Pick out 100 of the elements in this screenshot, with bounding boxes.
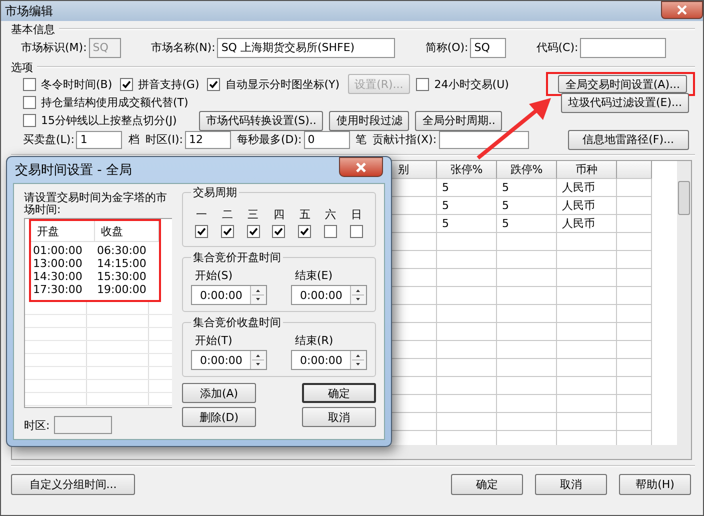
- checkbox[interactable]: [120, 78, 134, 90]
- checkbox[interactable]: [246, 225, 260, 238]
- field-label: 开始(T): [194, 333, 234, 348]
- table-cell: 5: [437, 197, 497, 215]
- checkbox-label: 15分钟线以上按整点切分(J): [41, 113, 177, 128]
- table-cell: [617, 179, 652, 197]
- session-list[interactable]: 开盘 收盘 01:00:00 06:30:00 13:00:00 14:15:00 14:30:00 15:30:00 17:30:00 19:00:00: [24, 218, 172, 408]
- table-cell: [557, 251, 617, 269]
- group-title: 基本信息: [11, 22, 55, 36]
- text-field[interactable]: 0: [304, 130, 350, 148]
- checkbox[interactable]: [298, 225, 312, 238]
- time-spinner[interactable]: 0:00:00: [291, 350, 367, 370]
- table-cell: 人民币: [557, 215, 617, 233]
- text-field[interactable]: SQ 上海期货交易所(SHFE): [217, 38, 396, 58]
- checkbox-label: 拼音支持(G): [138, 76, 200, 92]
- day-label: 二: [222, 207, 233, 222]
- table-cell: [557, 395, 617, 413]
- checkbox[interactable]: [23, 96, 36, 109]
- custom-group-time-button[interactable]: 自定义分组时间...: [11, 474, 135, 494]
- checkbox[interactable]: [350, 225, 363, 238]
- field-label: 贡献计指(X):: [372, 132, 437, 147]
- dialog-button[interactable]: 确定: [302, 383, 376, 403]
- close-icon: [676, 5, 688, 15]
- table-cell: [617, 287, 652, 305]
- option-button[interactable]: 信息地雷路径(F)...: [568, 130, 689, 150]
- table-cell: [497, 413, 557, 431]
- table-cell: 人民币: [557, 197, 617, 215]
- horizontal-scrollbar[interactable]: [12, 445, 677, 459]
- checkbox[interactable]: [195, 225, 208, 238]
- time-spinner[interactable]: 0:00:00: [291, 285, 367, 305]
- table-cell: [617, 323, 652, 341]
- table-cell: [557, 359, 617, 377]
- day-label: 日: [350, 207, 362, 222]
- close-button[interactable]: [339, 157, 383, 177]
- text-field[interactable]: [580, 38, 666, 58]
- checkbox[interactable]: [220, 225, 234, 238]
- table-cell: [497, 287, 557, 305]
- dialog-button[interactable]: 取消: [302, 407, 376, 427]
- table-cell: [557, 305, 617, 323]
- dialog-button[interactable]: 添加(A): [182, 383, 256, 403]
- column-header[interactable]: 张停%: [437, 161, 497, 179]
- close-button[interactable]: [661, 1, 703, 19]
- text-field[interactable]: [54, 416, 112, 434]
- checkbox[interactable]: [416, 78, 430, 90]
- text-field[interactable]: 12: [184, 130, 231, 148]
- option-button[interactable]: 垃圾代码过滤设置(E)...: [560, 92, 689, 112]
- checkbox[interactable]: [207, 78, 220, 90]
- field-label: 代码(C):: [536, 40, 578, 55]
- checkbox[interactable]: [324, 225, 338, 238]
- column-header[interactable]: 开盘: [31, 221, 95, 241]
- field-label: 时区:: [24, 418, 50, 432]
- group-title: 集合竞价开盘时间: [191, 250, 283, 265]
- table-cell: [617, 377, 652, 395]
- unit-label: 笔: [356, 132, 367, 147]
- table-cell: [497, 377, 557, 395]
- list-cell-text: 01:00:00: [32, 244, 84, 257]
- table-cell: [557, 377, 617, 395]
- vertical-scrollbar[interactable]: [677, 161, 691, 459]
- field-label: 时区(I):: [145, 132, 183, 147]
- column-header[interactable]: 跌停%: [497, 161, 557, 179]
- column-header[interactable]: 别: [398, 162, 409, 178]
- table-cell: [497, 251, 557, 269]
- dialog-button[interactable]: 删除(D): [182, 407, 256, 427]
- table-cell: [617, 305, 652, 323]
- table-cell: [617, 341, 652, 359]
- field-label: 开始(S): [194, 268, 234, 283]
- close-icon: [354, 162, 368, 172]
- time-spinner[interactable]: 0:00:00: [191, 285, 267, 305]
- field-label: 结束(E): [294, 268, 334, 283]
- field-label: 结束(R): [294, 333, 334, 348]
- text-field[interactable]: 1: [76, 130, 122, 148]
- checkbox[interactable]: [23, 114, 36, 127]
- table-cell: 5: [437, 179, 497, 197]
- time-spinner[interactable]: 0:00:00: [191, 350, 267, 370]
- table-cell: 5: [437, 215, 497, 233]
- option-button[interactable]: 使用时段过滤: [329, 110, 410, 130]
- list-cell-text: 06:30:00: [96, 244, 148, 257]
- table-cell: [617, 233, 652, 251]
- option-button[interactable]: 市场代码转换设置(S)..: [198, 110, 324, 130]
- table-cell: [617, 359, 652, 377]
- column-header[interactable]: 收盘: [95, 221, 159, 241]
- table-cell: [497, 323, 557, 341]
- table-cell: 5: [497, 197, 557, 215]
- text-field[interactable]: SQ: [470, 38, 506, 58]
- dialog-button[interactable]: 取消: [535, 474, 607, 494]
- table-cell: 5: [497, 215, 557, 233]
- option-button[interactable]: 全局分时周期..: [415, 110, 502, 130]
- table-cell: [557, 413, 617, 431]
- table-cell: [617, 197, 652, 215]
- checkbox[interactable]: [272, 225, 286, 238]
- table-cell: [497, 341, 557, 359]
- dialog-button[interactable]: 帮助(H): [619, 474, 691, 494]
- table-cell: [497, 233, 557, 251]
- dialog-title: 交易时间设置 - 全局: [15, 162, 132, 179]
- dialog-button[interactable]: 确定: [451, 474, 523, 494]
- checkbox[interactable]: [23, 78, 36, 90]
- field-label: 简称(O):: [425, 40, 468, 55]
- option-button[interactable]: 全局交易时间设置(A)...: [558, 75, 687, 93]
- column-header[interactable]: 币种: [557, 161, 617, 179]
- table-cell: [617, 251, 652, 269]
